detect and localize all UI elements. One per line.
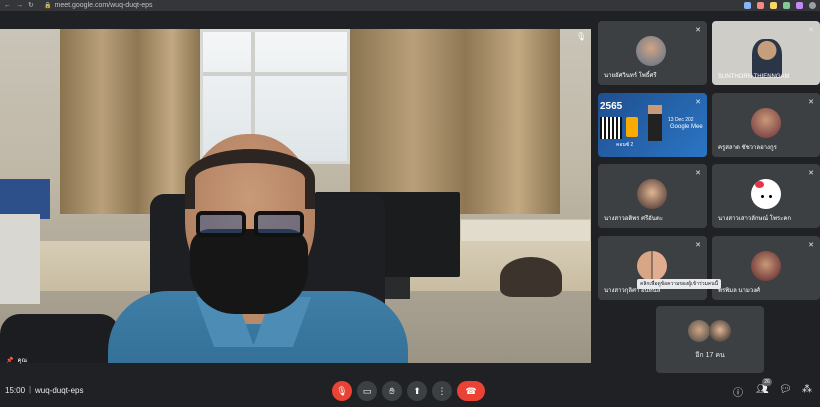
hangup-icon: ☎︎ (465, 385, 477, 396)
mic-off-icon: ✕ (808, 99, 814, 106)
tooltip: คลิกเพื่อดูข้อความของผู้เข้าร่วมคนนี้ (637, 279, 722, 289)
camera-toggle-button[interactable]: ▭ (357, 381, 377, 401)
participant-avatar (637, 179, 667, 209)
participant-tile[interactable]: ✕ พรพิมล นามวงศ์ (712, 236, 820, 300)
qr-code (600, 117, 622, 139)
participant-name: นางสาวอติพร ศรีอันตะ (604, 216, 664, 222)
present-icon: ⬆︎ (413, 385, 421, 396)
profile-avatar-icon[interactable] (809, 2, 816, 9)
extension-icon[interactable] (744, 2, 751, 9)
lock-icon: 🔒 (44, 3, 52, 9)
main-video-feed (0, 29, 591, 363)
browser-toolbar: ← → ↻ 🔒 meet.google.com/wuq-duqt-eps (0, 0, 820, 11)
forward-icon[interactable]: → (16, 0, 23, 11)
activities-icon[interactable]: ⁂ (802, 384, 812, 395)
mic-off-icon: ✕ (808, 242, 814, 249)
extension-icon[interactable] (796, 2, 803, 9)
back-icon[interactable]: ← (4, 0, 11, 11)
mic-off-icon: ✕ (695, 242, 701, 249)
participant-tile[interactable]: ✕ นางสาวเสาวลักษณ์ โพระคก (712, 164, 820, 228)
reload-icon[interactable]: ↻ (28, 0, 34, 11)
url-text: meet.google.com/wuq-duqt-eps (54, 2, 153, 9)
participant-avatar (636, 36, 666, 66)
pin-icon[interactable]: 📌 (6, 357, 13, 364)
more-participants-label: อีก 17 คน (695, 352, 725, 359)
more-participants-tile[interactable]: อีก 17 คน (656, 306, 764, 373)
raise-hand-button[interactable]: ✋︎ (382, 381, 402, 401)
mic-off-icon: 🎙︎ (336, 385, 348, 396)
participant-name: SUNTHORN THIENNGAM (718, 74, 790, 80)
extension-icon[interactable] (770, 2, 777, 9)
participant-avatar (709, 320, 731, 342)
participant-name: นายอัศวินทร์ โพธิ์ศรี (604, 73, 657, 79)
camera-icon: ▭ (362, 385, 372, 396)
mic-off-icon: ✕ (695, 99, 701, 106)
extensions-area (744, 0, 816, 11)
participant-tile[interactable]: ✕ นางสาวกุลิศา อินทนิล (598, 236, 707, 300)
mic-off-icon: ✕ (695, 27, 701, 34)
leave-call-button[interactable]: ☎︎ (457, 381, 485, 401)
participant-count-badge: 26 (762, 378, 772, 386)
more-vert-icon: ⋮ (437, 385, 447, 396)
browser-nav: ← → ↻ (0, 0, 44, 11)
mic-off-icon: ✕ (808, 170, 814, 177)
extension-icon[interactable] (783, 2, 790, 9)
present-screen-button[interactable]: ⬆︎ (407, 381, 427, 401)
participant-tile[interactable]: ✕ นายอัศวินทร์ โพธิ์ศรี (598, 21, 707, 85)
participant-avatar (751, 179, 781, 209)
participant-tile[interactable]: ✕ SUNTHORN THIENNGAM (712, 21, 820, 85)
more-options-button[interactable]: ⋮ (432, 381, 452, 401)
participant-name: ครูสลาด ชัชวาลอางกูร (718, 145, 777, 151)
participant-avatar (637, 251, 667, 281)
participant-tile[interactable]: ✕ ครูสลาด ชัชวาลอางกูร (712, 93, 820, 157)
chat-icon[interactable]: 💬︎ (779, 384, 792, 395)
participant-tile-screen[interactable]: 2565 13 Dec 202 Google Mee คอนซ์ 2 ✕ (598, 93, 707, 157)
participant-avatar (751, 251, 781, 281)
mic-toggle-button[interactable]: 🎙︎ (332, 381, 352, 401)
participant-avatar (751, 108, 781, 138)
participant-video (752, 39, 782, 77)
self-video-label: 📌 คุณ (6, 357, 28, 365)
separator: | (29, 385, 32, 394)
hand-icon: ✋︎ (389, 385, 395, 396)
participant-name: นางสาวเสาวลักษณ์ โพระคก (718, 216, 792, 222)
mic-off-icon: ✕ (808, 27, 814, 34)
address-bar[interactable]: 🔒 meet.google.com/wuq-duqt-eps (44, 2, 153, 9)
participant-tile[interactable]: ✕ นางสาวอติพร ศรีอันตะ (598, 164, 707, 228)
participant-avatar (688, 320, 710, 342)
mic-off-icon: ✕ (695, 170, 701, 177)
meeting-code: wuq-duqt-eps (35, 386, 84, 395)
info-icon[interactable]: ⓘ (733, 384, 743, 399)
meeting-time: 15:00 (5, 386, 26, 395)
participant-name: พรพิมล นามวงศ์ (718, 288, 760, 294)
mic-off-icon: 🎙︎ (576, 32, 587, 41)
extension-icon[interactable] (757, 2, 764, 9)
